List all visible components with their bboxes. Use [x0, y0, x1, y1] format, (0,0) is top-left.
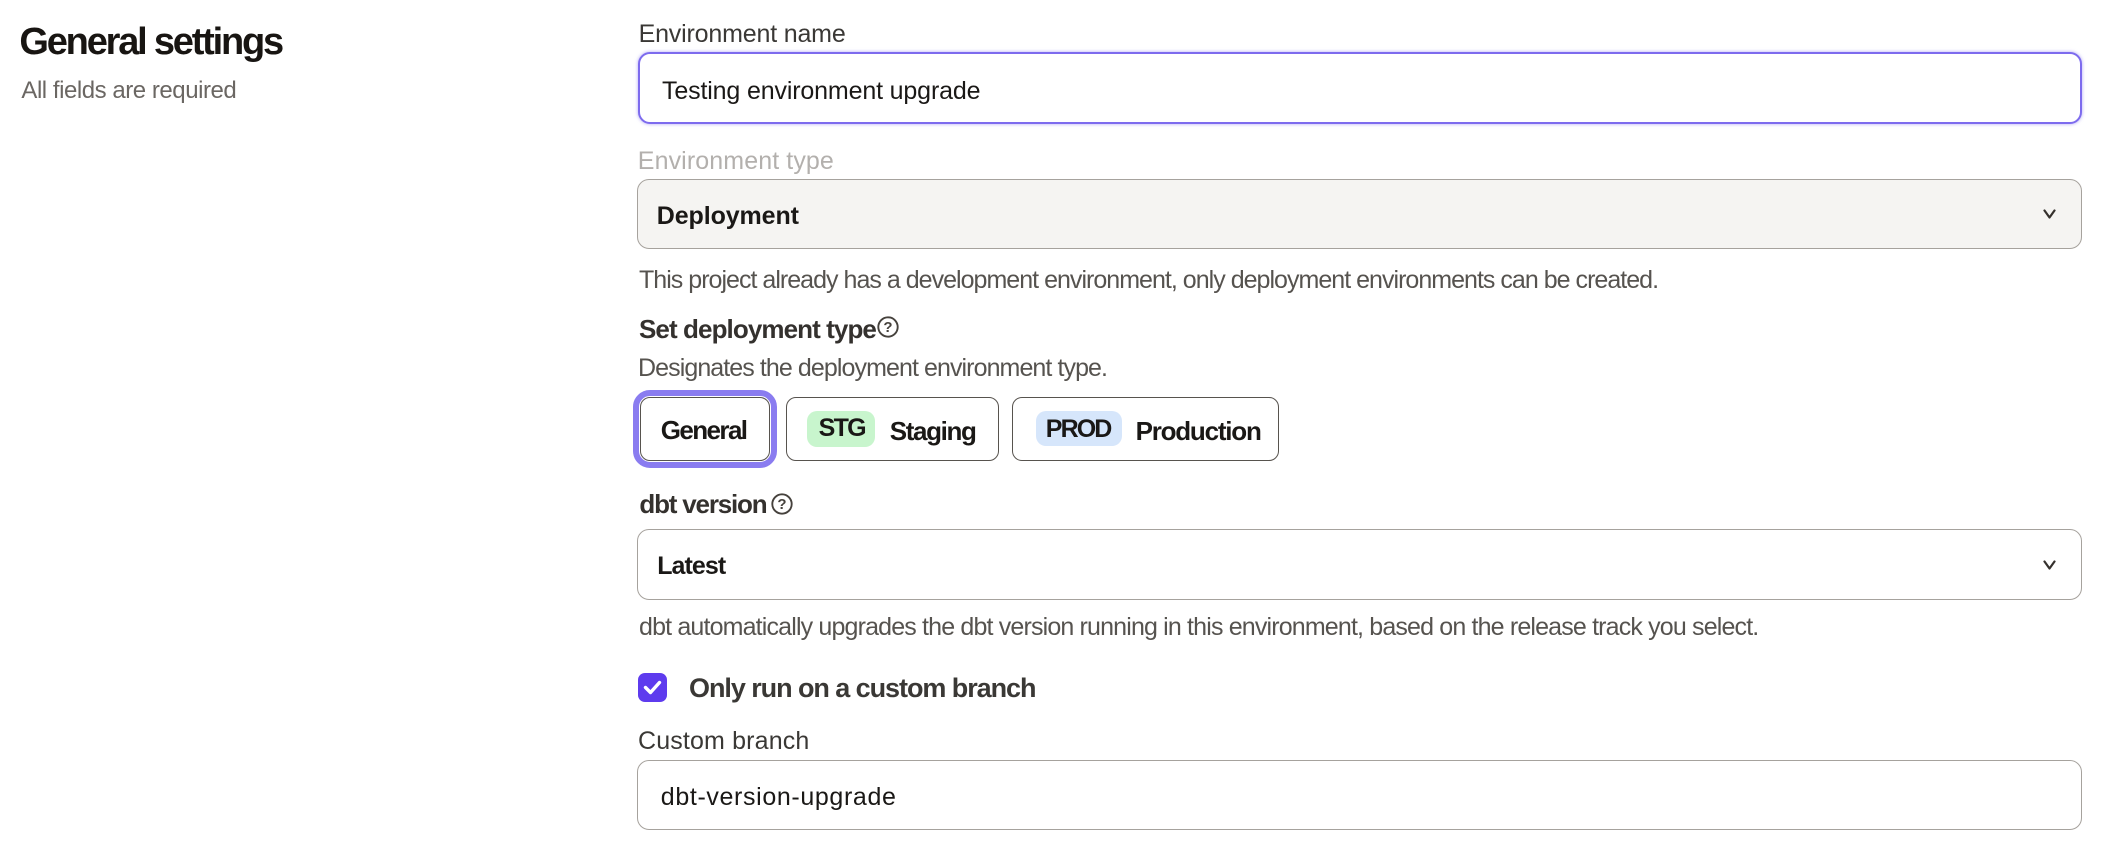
svg-text:?: ?	[777, 496, 786, 513]
svg-text:?: ?	[883, 319, 892, 336]
